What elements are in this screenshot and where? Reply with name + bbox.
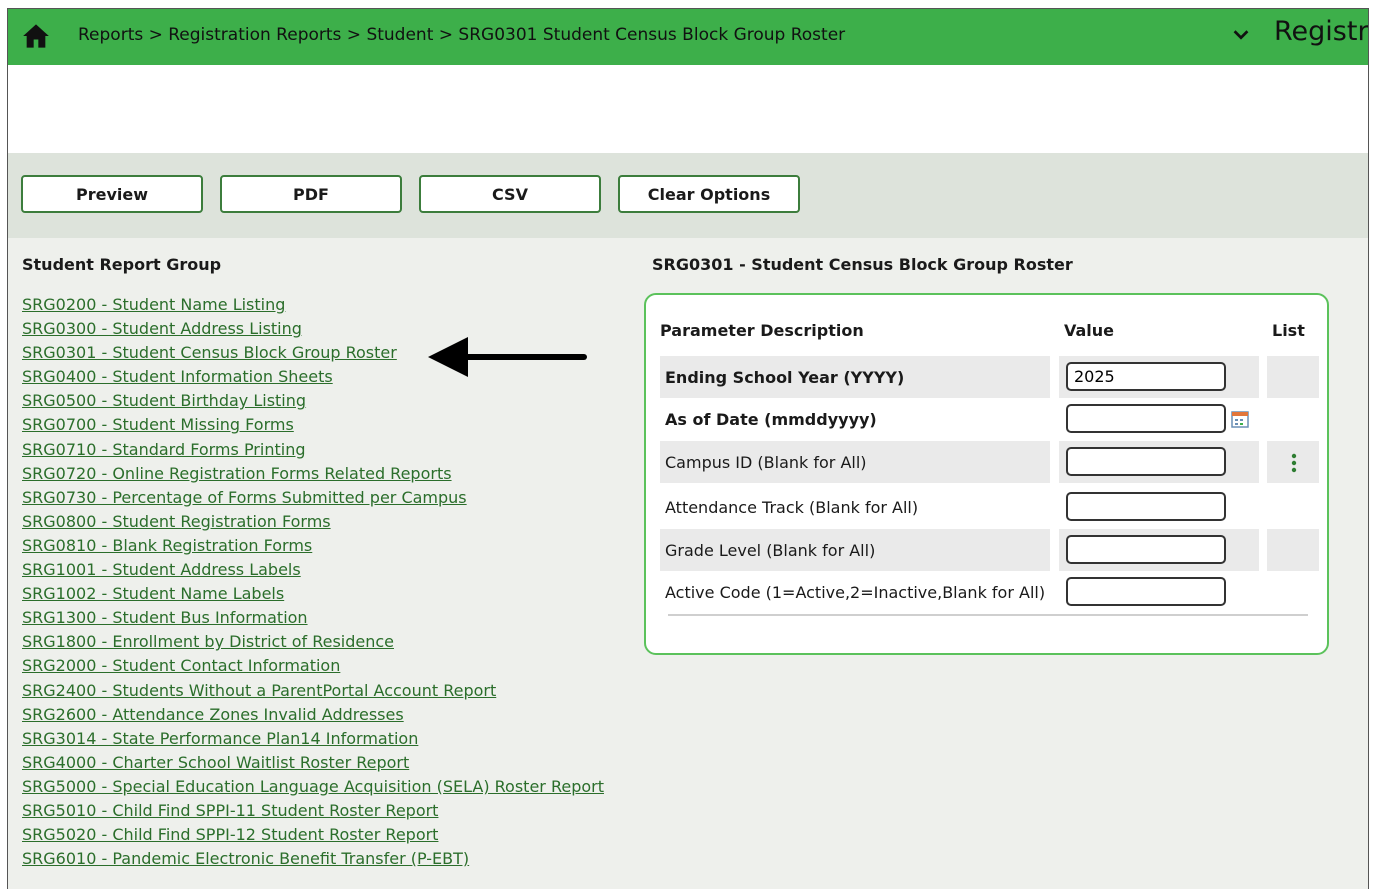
report-link[interactable]: SRG0810 - Blank Registration Forms	[22, 536, 312, 555]
report-link[interactable]: SRG0710 - Standard Forms Printing	[22, 440, 305, 459]
attendance-track-input[interactable]	[1066, 492, 1226, 521]
report-link[interactable]: SRG1002 - Student Name Labels	[22, 584, 284, 603]
column-header-value: Value	[1064, 321, 1115, 340]
active-code-input[interactable]	[1066, 577, 1226, 606]
divider	[668, 614, 1308, 616]
home-icon[interactable]	[22, 22, 50, 50]
preview-button[interactable]: Preview	[21, 175, 203, 213]
report-link[interactable]: SRG0800 - Student Registration Forms	[22, 512, 331, 531]
param-row-active-code: Active Code (1=Active,2=Inactive,Blank f…	[660, 571, 1318, 613]
kebab-menu-icon[interactable]	[1291, 453, 1297, 473]
list-item: SRG3014 - State Performance Plan14 Infor…	[22, 727, 604, 751]
list-item: SRG0720 - Online Registration Forms Rela…	[22, 462, 604, 486]
list-item: SRG0200 - Student Name Listing	[22, 293, 604, 317]
report-link[interactable]: SRG0700 - Student Missing Forms	[22, 415, 294, 434]
param-row-attendance-track: Attendance Track (Blank for All)	[660, 486, 1318, 528]
pdf-button[interactable]: PDF	[220, 175, 402, 213]
list-item: SRG0730 - Percentage of Forms Submitted …	[22, 486, 604, 510]
report-link[interactable]: SRG1001 - Student Address Labels	[22, 560, 301, 579]
report-link[interactable]: SRG0500 - Student Birthday Listing	[22, 391, 306, 410]
param-row-grade-level: Grade Level (Blank for All)	[660, 529, 1319, 571]
list-item: SRG1300 - Student Bus Information	[22, 606, 604, 630]
parameters-title: SRG0301 - Student Census Block Group Ros…	[652, 255, 1073, 274]
report-link[interactable]: SRG0300 - Student Address Listing	[22, 319, 302, 338]
list-item: SRG1800 - Enrollment by District of Resi…	[22, 630, 604, 654]
list-item: SRG0810 - Blank Registration Forms	[22, 534, 604, 558]
param-label: As of Date (mmddyyyy)	[665, 409, 877, 429]
list-item: SRG0700 - Student Missing Forms	[22, 413, 604, 437]
chevron-down-icon[interactable]	[1230, 23, 1252, 45]
list-item: SRG1001 - Student Address Labels	[22, 558, 604, 582]
column-header-description: Parameter Description	[660, 321, 864, 340]
report-link[interactable]: SRG1300 - Student Bus Information	[22, 608, 308, 627]
arrow-left-icon	[428, 337, 587, 377]
as-of-date-input[interactable]	[1066, 404, 1226, 433]
param-label: Grade Level (Blank for All)	[660, 529, 1050, 571]
parameters-panel: Parameter Description Value List Ending …	[644, 293, 1329, 655]
list-item: SRG6010 - Pandemic Electronic Benefit Tr…	[22, 847, 604, 871]
report-list: SRG0200 - Student Name Listing SRG0300 - …	[22, 293, 604, 871]
list-item: SRG1002 - Student Name Labels	[22, 582, 604, 606]
list-item: SRG5010 - Child Find SPPI-11 Student Ros…	[22, 799, 604, 823]
param-row-as-of-date: As of Date (mmddyyyy)	[660, 398, 1318, 440]
report-link[interactable]: SRG4000 - Charter School Waitlist Roster…	[22, 753, 409, 772]
list-item: SRG5000 - Special Education Language Acq…	[22, 775, 604, 799]
list-item: SRG4000 - Charter School Waitlist Roster…	[22, 751, 604, 775]
app-title: Registr	[1274, 16, 1369, 47]
report-link[interactable]: SRG0301 - Student Census Block Group Ros…	[22, 343, 397, 362]
report-link[interactable]: SRG0200 - Student Name Listing	[22, 295, 285, 314]
grade-level-input[interactable]	[1066, 535, 1226, 564]
school-year-input[interactable]	[1066, 362, 1226, 391]
list-item: SRG5020 - Child Find SPPI-12 Student Ros…	[22, 823, 604, 847]
list-item: SRG2400 - Students Without a ParentPorta…	[22, 679, 604, 703]
report-link[interactable]: SRG0730 - Percentage of Forms Submitted …	[22, 488, 467, 507]
report-link[interactable]: SRG3014 - State Performance Plan14 Infor…	[22, 729, 418, 748]
campus-id-input[interactable]	[1066, 447, 1226, 476]
param-label: Ending School Year (YYYY)	[660, 356, 1050, 398]
report-link[interactable]: SRG0400 - Student Information Sheets	[22, 367, 333, 386]
list-item: SRG2600 - Attendance Zones Invalid Addre…	[22, 703, 604, 727]
breadcrumb: Reports > Registration Reports > Student…	[78, 25, 846, 45]
report-group-title: Student Report Group	[22, 255, 222, 274]
param-label: Active Code (1=Active,2=Inactive,Blank f…	[665, 582, 1046, 602]
param-label: Attendance Track (Blank for All)	[665, 497, 919, 517]
param-label: Campus ID (Blank for All)	[660, 441, 1050, 483]
calendar-icon[interactable]	[1231, 410, 1249, 428]
report-link[interactable]: SRG5020 - Child Find SPPI-12 Student Ros…	[22, 825, 438, 844]
content-spacer	[8, 65, 1368, 153]
report-link[interactable]: SRG2600 - Attendance Zones Invalid Addre…	[22, 705, 404, 724]
report-link[interactable]: SRG6010 - Pandemic Electronic Benefit Tr…	[22, 849, 469, 868]
param-row-school-year: Ending School Year (YYYY)	[660, 356, 1319, 398]
report-link[interactable]: SRG1800 - Enrollment by District of Resi…	[22, 632, 394, 651]
column-header-list: List	[1272, 321, 1305, 340]
report-link[interactable]: SRG5000 - Special Education Language Acq…	[22, 777, 604, 796]
app-window: Reports > Registration Reports > Student…	[7, 8, 1369, 889]
report-link[interactable]: SRG2400 - Students Without a ParentPorta…	[22, 681, 496, 700]
list-item: SRG2000 - Student Contact Information	[22, 654, 604, 678]
report-link[interactable]: SRG0720 - Online Registration Forms Rela…	[22, 464, 452, 483]
param-row-campus-id: Campus ID (Blank for All)	[660, 441, 1319, 483]
toolbar: Preview PDF CSV Clear Options	[8, 153, 1368, 238]
clear-options-button[interactable]: Clear Options	[618, 175, 800, 213]
list-item: SRG0710 - Standard Forms Printing	[22, 438, 604, 462]
csv-button[interactable]: CSV	[419, 175, 601, 213]
list-item: SRG0800 - Student Registration Forms	[22, 510, 604, 534]
report-link[interactable]: SRG5010 - Child Find SPPI-11 Student Ros…	[22, 801, 438, 820]
list-item: SRG0500 - Student Birthday Listing	[22, 389, 604, 413]
top-bar: Reports > Registration Reports > Student…	[8, 9, 1368, 65]
report-link[interactable]: SRG2000 - Student Contact Information	[22, 656, 340, 675]
